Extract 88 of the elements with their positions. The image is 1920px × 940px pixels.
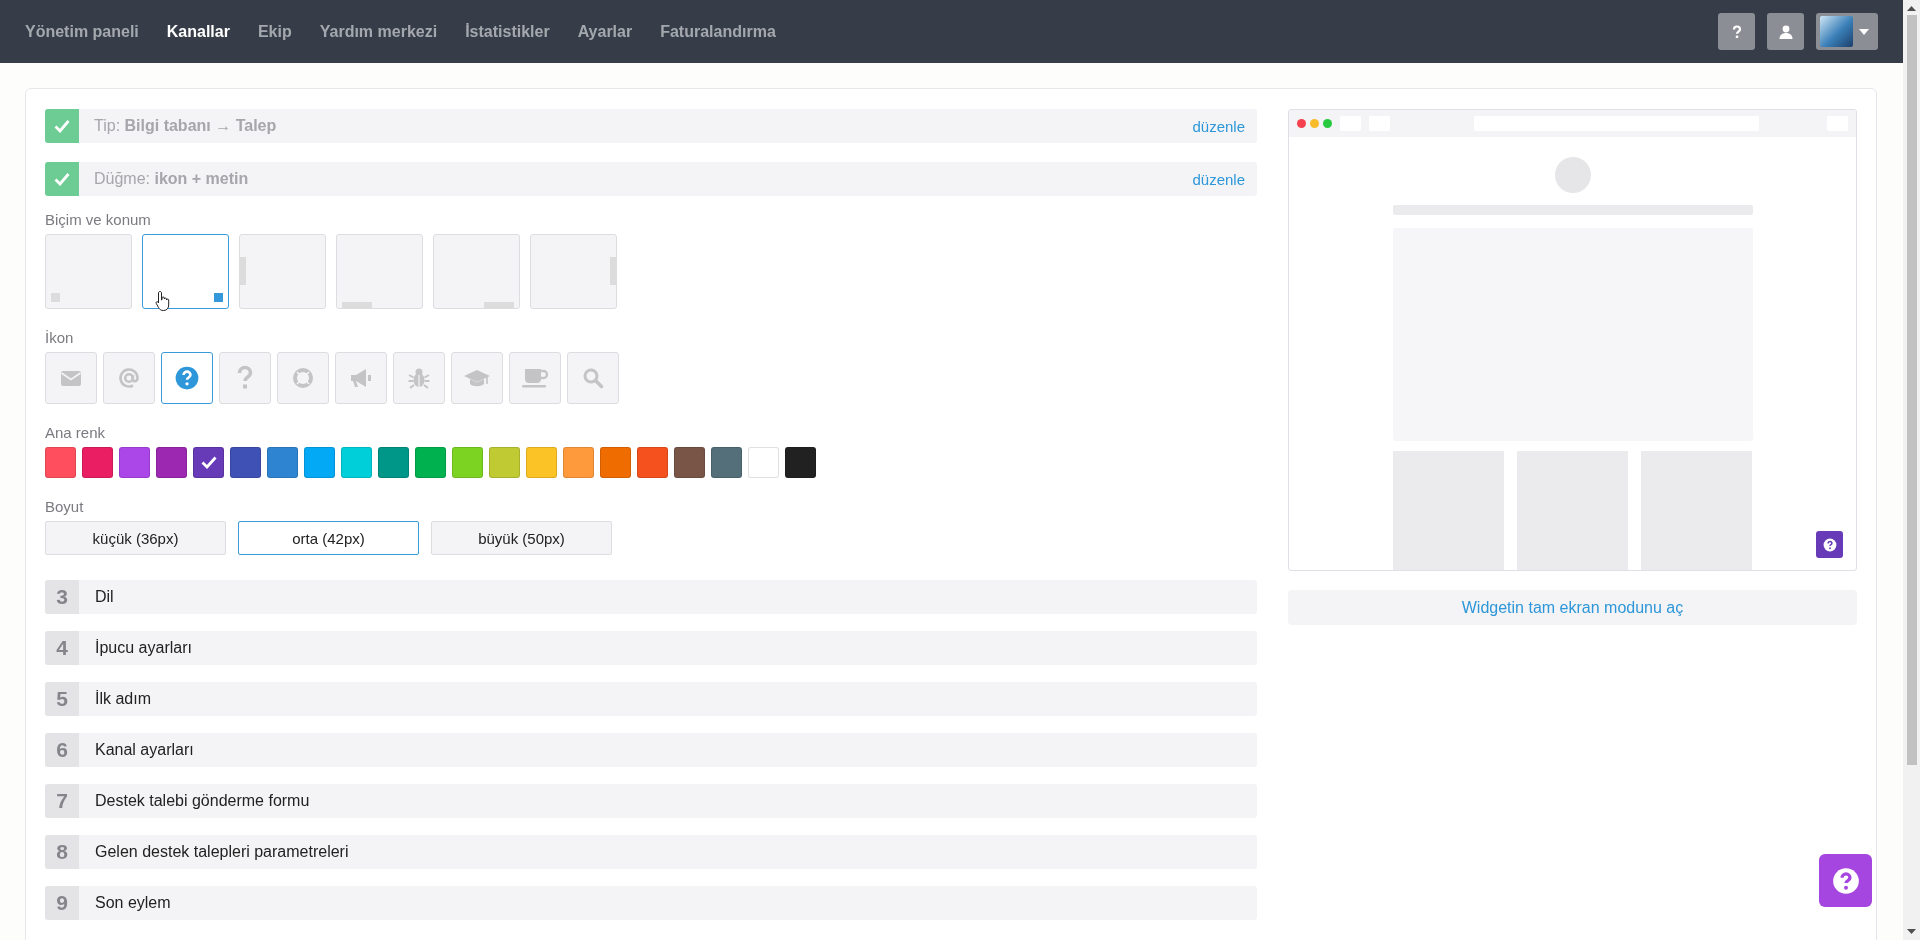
color-swatch[interactable] [489,447,520,478]
hand-cursor-icon [155,290,171,312]
color-swatch[interactable] [378,447,409,478]
position-marker [240,257,246,285]
position-marker [51,293,60,302]
caret-icon [1859,28,1869,35]
question-circle-icon [1822,537,1837,552]
scroll-down-icon[interactable] [1907,929,1916,934]
question-circle-icon [1831,866,1860,895]
color-swatch[interactable] [82,447,113,478]
help-widget-button[interactable] [1819,854,1872,907]
step-summary: Tip: Bilgi tabanı → Talep [94,117,278,135]
step-row[interactable]: 3 Dil [45,580,1257,614]
section-label: Biçim ve konum [45,211,152,228]
scrollbar-thumb[interactable] [1906,15,1917,765]
cup-icon [521,366,549,390]
step-row[interactable]: 6 Kanal ayarları [45,733,1257,767]
megaphone-icon [348,366,374,390]
color-swatch[interactable] [674,447,705,478]
color-swatch[interactable] [711,447,742,478]
step-row[interactable]: 8 Gelen destek talepleri parametreleri [45,835,1257,869]
icon-option[interactable] [161,352,213,404]
position-option[interactable] [142,234,229,309]
step-title: Kanal ayarları [95,741,194,759]
step-title: Destek talebi gönderme formu [95,792,310,810]
step-number: 5 [45,682,79,716]
position-marker [484,302,514,308]
check-icon [200,456,217,469]
step-number: 4 [45,631,79,665]
account-menu-button[interactable] [1816,13,1878,50]
size-option[interactable]: orta (42px) [238,521,419,555]
position-marker [214,293,223,302]
scrollbar[interactable] [1903,0,1920,940]
step-number: 3 [45,580,79,614]
color-swatch[interactable] [748,447,779,478]
position-marker [610,257,616,285]
step-summary: Düğme: ikon + metin [94,170,250,188]
color-swatch[interactable] [267,447,298,478]
section-label: İkon [45,329,75,346]
section-label: Ana renk [45,424,107,441]
step-title: İpucu ayarları [95,639,192,657]
at-sign-icon [117,366,141,390]
nav-link[interactable]: Kanallar [166,22,230,41]
nav-link[interactable]: Faturalandırma [660,22,776,41]
user-icon [1777,23,1794,40]
size-option[interactable]: küçük (36px) [45,521,226,555]
bug-icon [407,366,431,390]
avatar-image [1820,16,1853,47]
color-swatch[interactable] [230,447,261,478]
color-swatch[interactable] [45,447,76,478]
color-swatch[interactable] [156,447,187,478]
color-swatch[interactable] [452,447,483,478]
color-swatch[interactable] [600,447,631,478]
question-circle-icon [174,365,200,391]
step-row[interactable]: 4 İpucu ayarları [45,631,1257,665]
color-swatch[interactable] [785,447,816,478]
step-row[interactable]: 7 Destek talebi gönderme formu [45,784,1257,818]
step-number: 7 [45,784,79,818]
nav-link[interactable]: İstatistikler [465,22,550,41]
step-number: 9 [45,886,79,920]
color-swatch[interactable] [119,447,150,478]
step-row[interactable]: 5 İlk adım [45,682,1257,716]
color-swatch[interactable] [304,447,335,478]
profile-button[interactable] [1767,13,1804,50]
size-option[interactable]: büyük (50px) [431,521,612,555]
step-number: 8 [45,835,79,869]
step-number: 6 [45,733,79,767]
color-swatch[interactable] [415,447,446,478]
color-swatch[interactable] [526,447,557,478]
nav-link[interactable]: Yardım merkezi [319,22,438,41]
color-swatch[interactable] [637,447,668,478]
position-marker [342,302,372,308]
color-swatch[interactable] [563,447,594,478]
help-button[interactable] [1718,13,1755,50]
step-title: Son eylem [95,894,171,912]
lifebuoy-icon [291,366,315,390]
nav-link[interactable]: Ekip [257,22,292,41]
step-title: İlk adım [95,690,151,708]
search-icon [581,366,605,390]
step-row[interactable]: 9 Son eylem [45,886,1257,920]
nav-link[interactable]: Yönetim paneli [25,22,139,41]
section-label: Boyut [45,498,85,515]
nav-link[interactable]: Ayarlar [577,22,633,41]
step-title: Gelen destek talepleri parametreleri [95,843,349,861]
step-title: Dil [95,588,114,606]
scroll-up-icon[interactable] [1907,6,1916,11]
color-swatch[interactable] [341,447,372,478]
color-swatch[interactable] [193,447,224,478]
